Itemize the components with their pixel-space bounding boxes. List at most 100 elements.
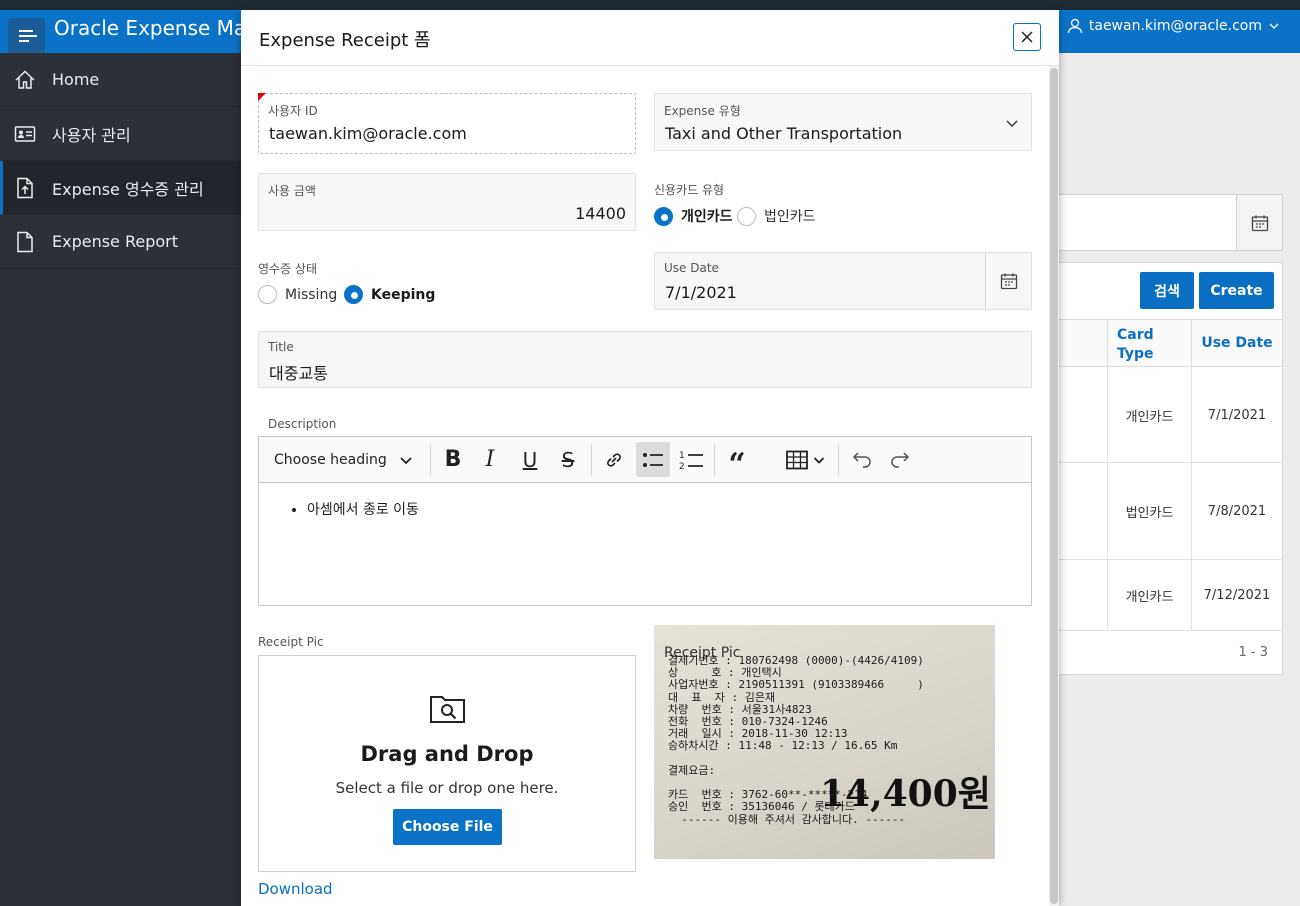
use-date-cell: 7/8/2021 [1191,463,1282,560]
required-indicator [258,93,266,101]
radio-label: 법인카드 [764,209,816,225]
file-dropzone[interactable]: Drag and Drop Select a file or drop one … [258,655,636,872]
radio-status-missing[interactable]: Missing [258,285,337,304]
radio-selected-icon [344,285,363,304]
underline-button[interactable]: U [513,442,547,477]
italic-icon: I [485,447,495,472]
table-row[interactable]: 개인카드 7/12/2021 [1059,560,1282,631]
radio-label: Keeping [371,286,436,303]
bulleted-list-icon [643,452,663,467]
radio-status-keeping[interactable]: Keeping [344,285,435,304]
radio-unselected-icon [258,285,277,304]
radio-card-corporate[interactable]: 법인카드 [737,206,816,226]
insert-table-button[interactable] [779,442,831,477]
receipt-pic-label: Receipt Pic [258,635,324,649]
column-header-use-date[interactable]: Use Date [1191,319,1282,367]
user-id-field[interactable]: 사용자 ID taewan.kim@oracle.com [258,93,636,154]
receipt-image-preview: Receipt Pic 결제기번호 : 180762498 (0000)-(44… [654,625,995,859]
use-date-cell: 7/1/2021 [1191,367,1282,463]
file-icon [13,230,37,254]
title-field[interactable]: Title 대중교통 [258,331,1032,388]
heading-select[interactable]: Choose heading [259,442,424,477]
receipt-amount: 14,400원 [820,773,991,815]
svg-text:2: 2 [679,462,685,472]
numbered-list-icon: 12 [679,451,703,472]
link-button[interactable] [597,442,631,477]
radio-label: Missing [285,286,338,303]
link-icon [607,452,621,467]
calendar-icon[interactable] [1236,195,1282,250]
menu-toggle-button[interactable] [8,18,45,54]
expense-type-value: Taxi and Other Transportation [665,124,903,143]
card-type-cell: 개인카드 [1107,367,1191,463]
folder-search-icon [430,696,465,723]
scrollbar-thumb[interactable] [1050,68,1058,904]
strikethrough-icon: S [561,447,575,472]
radio-card-personal[interactable]: 개인카드 [654,206,733,226]
italic-button[interactable]: I [473,442,507,477]
receipt-status-label: 영수증 상태 [258,262,318,276]
sidebar-item-expense-receipt[interactable]: Expense 영수증 관리 [0,161,242,215]
dialog-scrollbar[interactable] [1049,66,1059,906]
expense-type-select[interactable]: Expense 유형 Taxi and Other Transportation [654,93,1032,151]
choose-file-button[interactable]: Choose File [393,809,502,845]
field-label: Use Date [664,261,719,275]
editor-content[interactable]: 아셈에서 종로 이동 [259,483,1031,605]
editor-toolbar: Choose heading B I U S 1 2 “ [259,437,1031,483]
calendar-button[interactable] [985,253,1031,309]
sidebar-item-label: Home [52,70,100,89]
sidebar-item-label: Expense 영수증 관리 [52,179,204,199]
bold-icon: B [444,447,462,472]
user-id-value: taewan.kim@oracle.com [269,124,467,143]
rich-text-editor[interactable]: Choose heading B I U S 1 2 “ • 아셈에서 종로 이… [258,436,1032,606]
search-button[interactable]: 검색 [1140,272,1194,309]
use-date-cell: 7/12/2021 [1191,560,1282,631]
create-button[interactable]: Create [1199,272,1274,309]
bulleted-list-button[interactable] [636,442,670,477]
table-row[interactable]: 개인카드 7/1/2021 [1059,367,1282,463]
sidebar-item-expense-report[interactable]: Expense Report [0,215,242,269]
close-icon [1021,31,1033,43]
dropzone-title: Drag and Drop [360,742,534,766]
sidebar: Home 사용자 관리 Expense 영수증 관리 Expense Repor… [0,53,242,906]
card-type-cell: 개인카드 [1107,560,1191,631]
svg-text:1: 1 [679,451,685,461]
field-label: 사용 금액 [268,184,316,198]
amount-field[interactable]: 사용 금액 14400 [258,173,636,231]
chevron-down-icon [813,456,825,464]
title-value: 대중교통 [269,364,328,383]
bold-button[interactable]: B [436,442,470,477]
id-card-icon [13,122,37,146]
file-upload-icon [13,176,37,200]
chevron-down-icon [400,457,412,465]
dialog-title: Expense Receipt 폼 [259,30,431,51]
date-filter-field[interactable] [1058,194,1283,251]
user-menu[interactable]: taewan.kim@oracle.com [1067,18,1280,34]
sidebar-item-users[interactable]: 사용자 관리 [0,107,242,161]
use-date-field[interactable]: Use Date 7/1/2021 [654,252,1032,310]
table-row[interactable]: 법인카드 7/8/2021 [1059,463,1282,560]
user-name: taewan.kim@oracle.com [1088,18,1262,34]
redo-button[interactable] [883,442,917,477]
toolbar-separator [430,444,431,476]
strikethrough-button[interactable]: S [551,442,585,477]
table-header-cell [1059,319,1107,367]
description-label: Description [268,417,337,431]
numbered-list-button[interactable]: 12 [674,442,708,477]
blockquote-button[interactable]: “ [720,442,754,479]
toolbar-separator [838,444,839,476]
chevron-down-icon [1269,23,1279,29]
undo-button[interactable] [845,442,879,477]
pagination-label: 1 - 3 [1238,645,1269,660]
sidebar-item-home[interactable]: Home [0,53,242,107]
sidebar-item-label: 사용자 관리 [52,125,131,145]
close-button[interactable] [1013,23,1041,51]
app-title[interactable]: Oracle Expense Man [54,16,259,40]
calendar-icon [1000,273,1017,290]
dialog-header: Expense Receipt 폼 [241,10,1059,66]
card-type-label: 신용카드 유형 [654,183,725,197]
download-link[interactable]: Download [258,880,333,898]
radio-selected-icon [654,206,673,226]
list-item: 아셈에서 종로 이동 [307,499,419,519]
column-header-card-type[interactable]: Card Type [1107,319,1191,367]
